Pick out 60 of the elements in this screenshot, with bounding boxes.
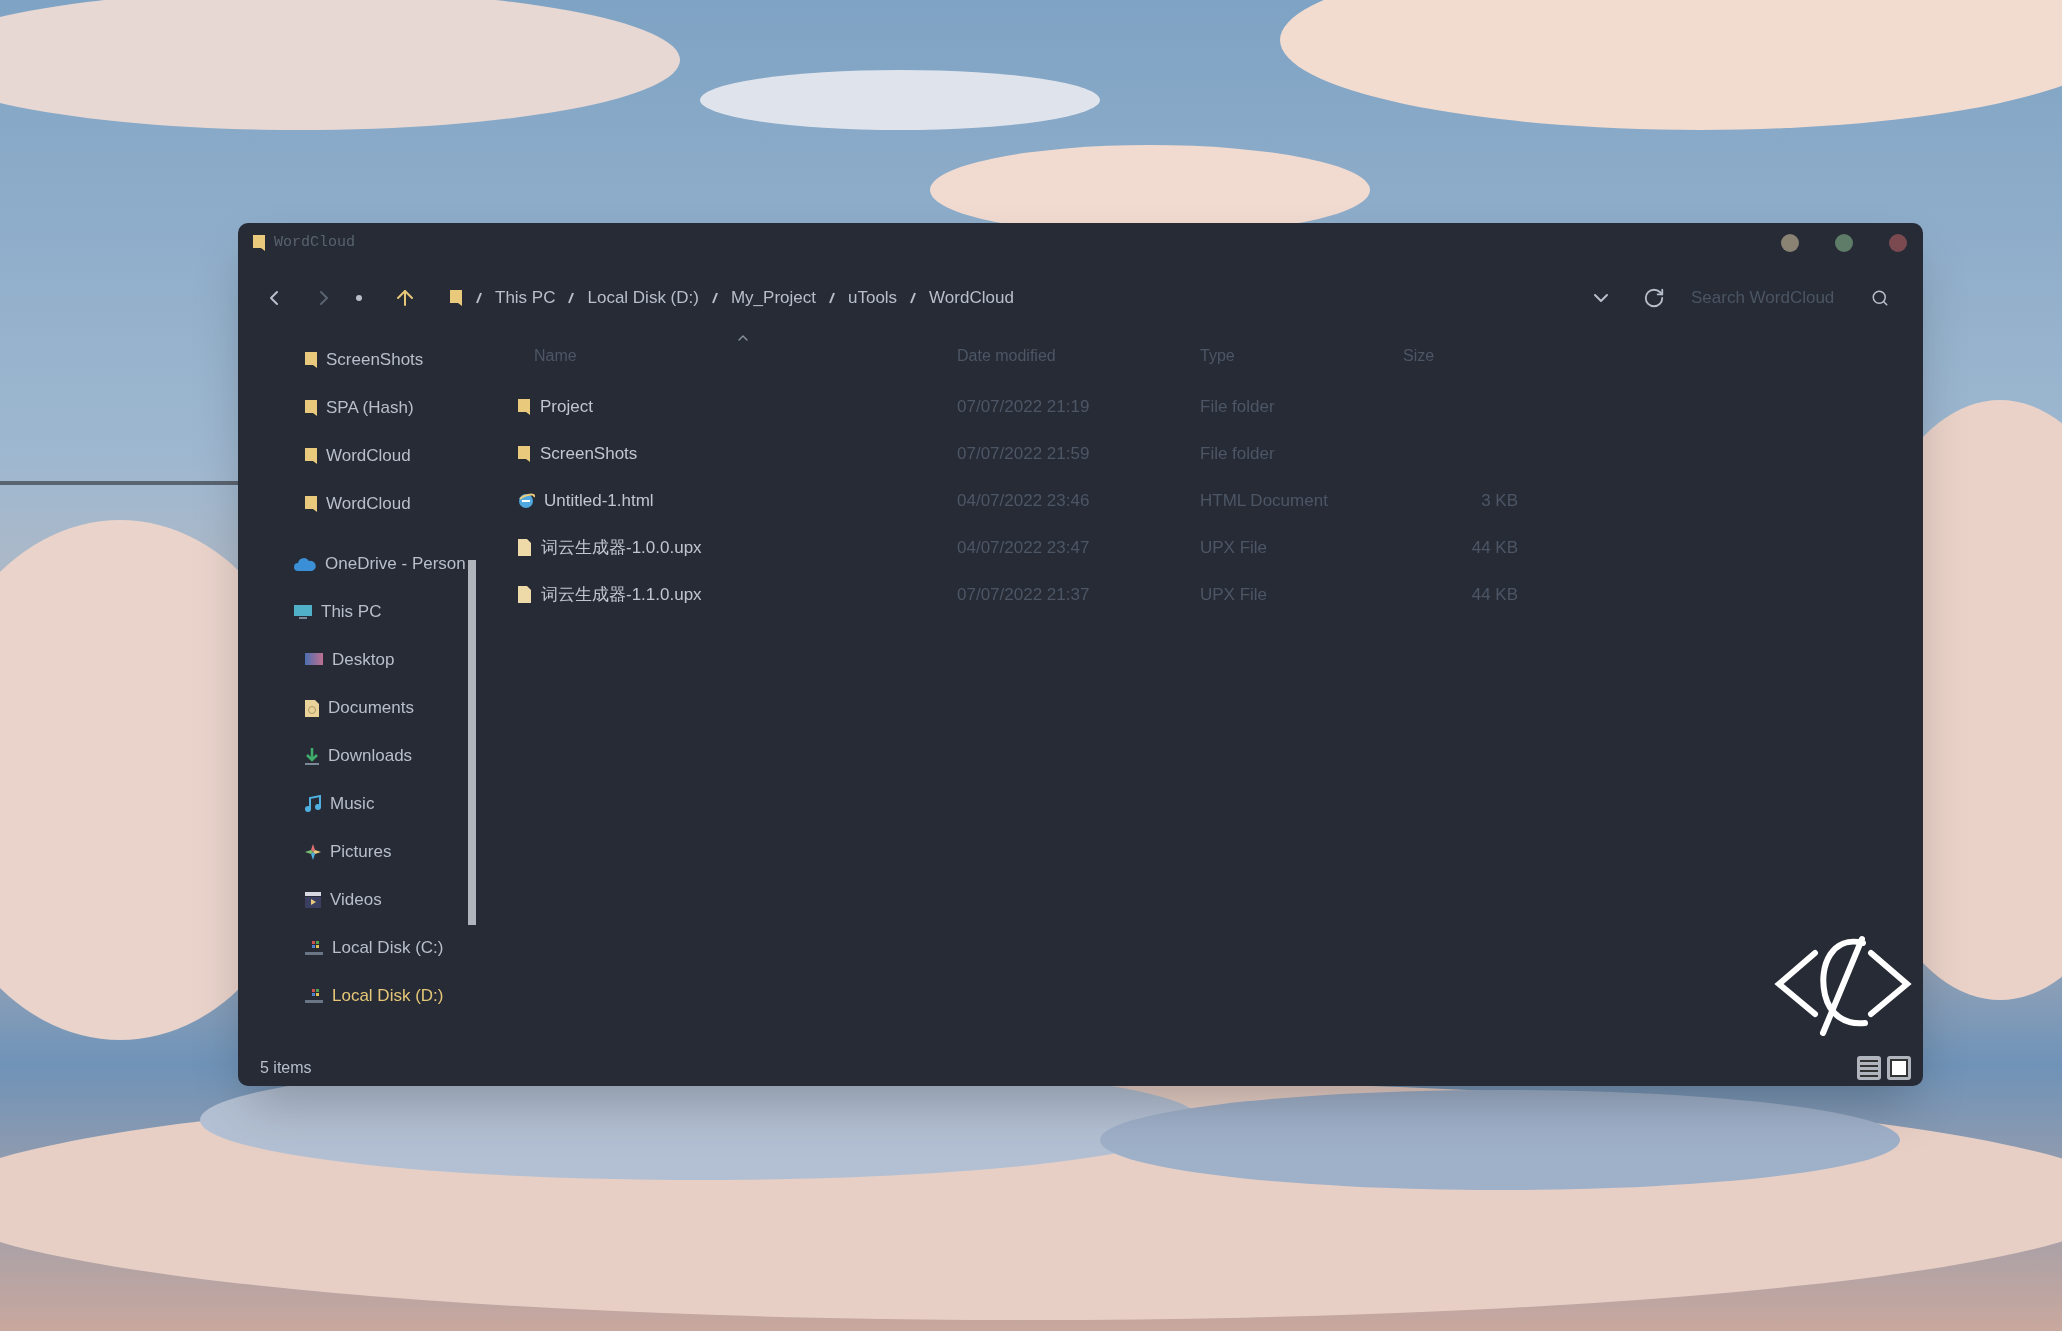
sidebar-item[interactable]: This PC xyxy=(238,588,483,636)
file-name[interactable]: 词云生成器-1.0.0.upx xyxy=(541,534,702,561)
sidebar-item[interactable]: Pictures xyxy=(238,828,483,876)
sidebar-item[interactable]: Documents xyxy=(238,684,483,732)
sidebar-item[interactable]: WordCloud xyxy=(238,432,483,480)
folder-icon xyxy=(517,444,531,463)
separator-icon xyxy=(909,292,918,304)
sidebar-item[interactable]: Downloads xyxy=(238,732,483,780)
file-name[interactable]: Project xyxy=(540,393,593,420)
breadcrumb-item[interactable]: uTools xyxy=(847,285,898,311)
folder-icon xyxy=(304,495,318,513)
separator-icon xyxy=(710,292,719,304)
cloud-icon xyxy=(293,556,317,572)
folder-icon xyxy=(304,399,318,417)
drive-icon xyxy=(304,939,324,957)
sidebar-item[interactable]: Music xyxy=(238,780,483,828)
desktop-icon xyxy=(304,652,324,668)
scrollbar[interactable] xyxy=(468,560,476,925)
maximize-button[interactable] xyxy=(1835,234,1853,252)
clapperboard-icon xyxy=(304,891,322,909)
dot-icon[interactable] xyxy=(356,295,362,301)
folder-icon xyxy=(449,289,463,307)
file-name[interactable]: Untitled-1.html xyxy=(544,487,654,514)
separator-icon xyxy=(475,292,483,304)
drive-icon xyxy=(304,987,324,1005)
large-icons-view-button[interactable] xyxy=(1887,1056,1911,1080)
folder-icon xyxy=(252,234,266,252)
breadcrumb-item[interactable]: This PC xyxy=(495,285,556,311)
breadcrumb-item[interactable]: My_Project xyxy=(730,285,816,311)
window-title: WordCloud xyxy=(274,232,355,253)
breadcrumb-item[interactable]: WordCloud xyxy=(929,285,1014,311)
folder-icon xyxy=(517,397,531,416)
sidebar-item[interactable]: ScreenShots xyxy=(238,336,483,384)
browser-file-icon xyxy=(517,491,535,510)
file-icon xyxy=(517,538,532,557)
minimize-button[interactable] xyxy=(1781,234,1799,252)
sidebar-item[interactable]: Local Disk (D:) xyxy=(238,972,483,1020)
download-icon xyxy=(304,746,320,766)
file-name[interactable]: 词云生成器-1.1.0.upx xyxy=(541,581,702,608)
folder-icon xyxy=(304,447,318,465)
sidebar-item[interactable]: Desktop xyxy=(238,636,483,684)
sidebar-item[interactable]: SPA (Hash) xyxy=(238,384,483,432)
file-icon xyxy=(517,585,532,604)
monitor-icon xyxy=(293,604,313,620)
folder-icon xyxy=(304,351,318,369)
details-view-button[interactable] xyxy=(1857,1056,1881,1080)
sidebar-item[interactable]: Local Disk (C:) xyxy=(238,924,483,972)
item-count: 5 items xyxy=(260,1058,312,1078)
music-note-icon xyxy=(304,795,322,813)
refresh-icon[interactable] xyxy=(1643,287,1665,309)
pinwheel-icon xyxy=(304,843,322,861)
sidebar-item[interactable]: Videos xyxy=(238,876,483,924)
separator-icon xyxy=(567,292,576,304)
breadcrumb-item[interactable]: Local Disk (D:) xyxy=(587,285,699,311)
sidebar-item[interactable]: WordCloud xyxy=(238,480,483,528)
separator-icon xyxy=(827,292,836,304)
sidebar-item[interactable]: OneDrive - Person xyxy=(238,540,483,588)
file-name[interactable]: ScreenShots xyxy=(540,440,638,467)
document-icon xyxy=(304,698,320,718)
search-icon[interactable] xyxy=(1871,289,1889,307)
